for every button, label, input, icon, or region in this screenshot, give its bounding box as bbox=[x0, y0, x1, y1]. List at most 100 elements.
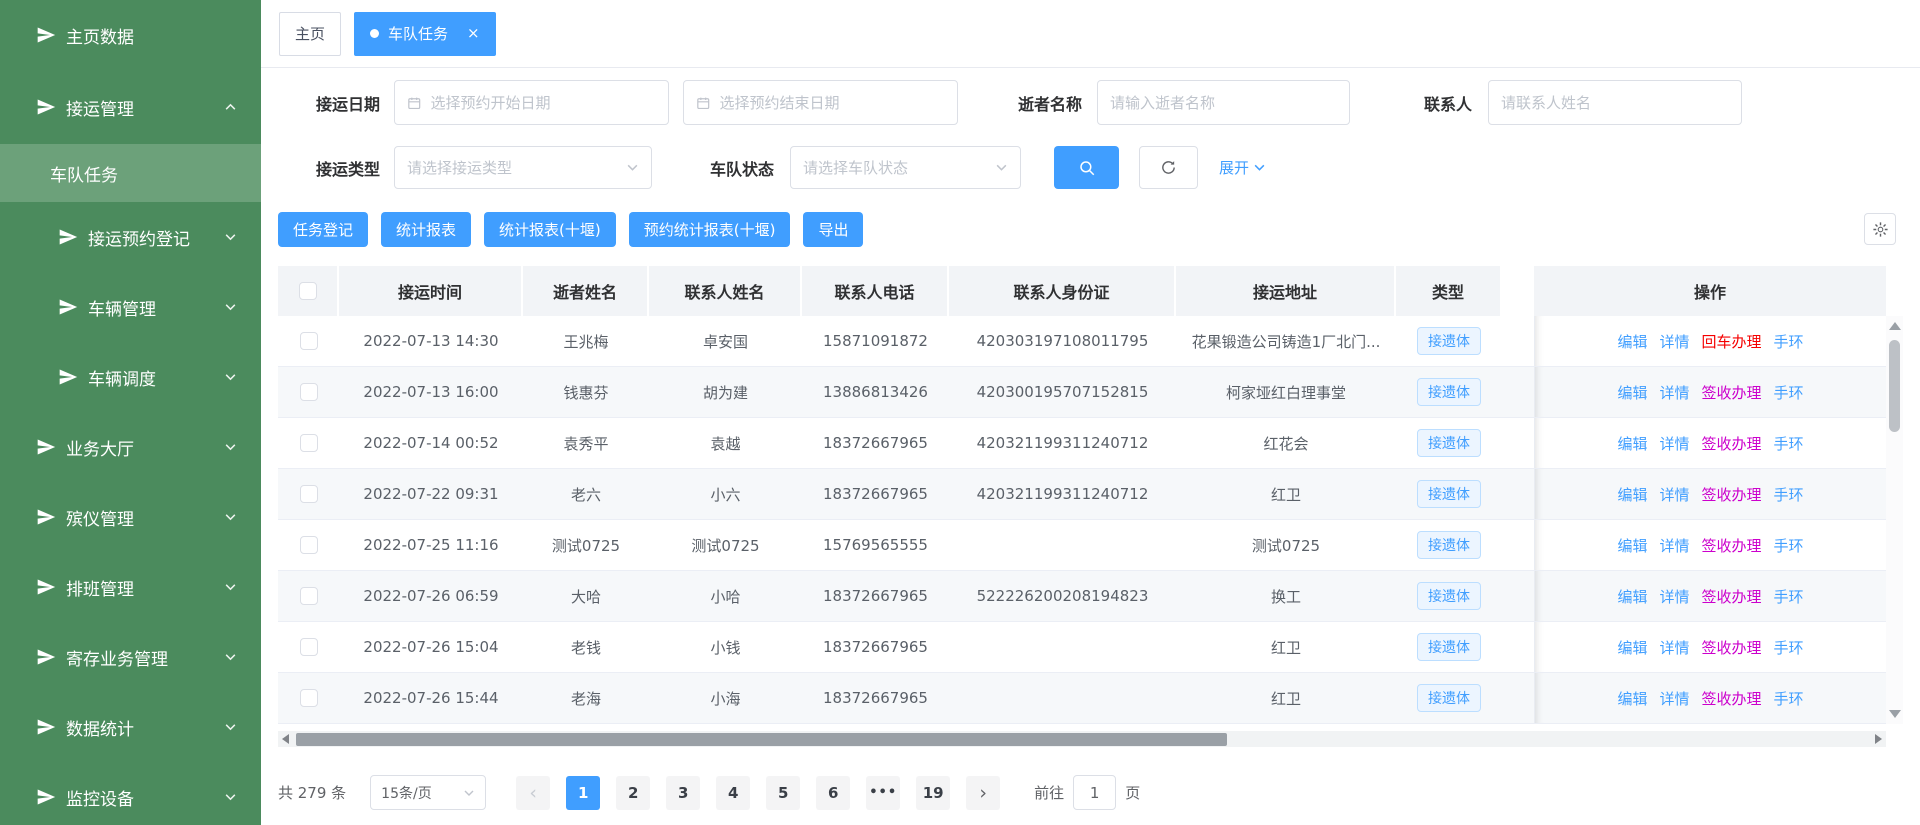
expand-toggle[interactable]: 展开 bbox=[1219, 157, 1266, 178]
wristband-link[interactable]: 手环 bbox=[1774, 688, 1804, 709]
detail-link[interactable]: 详情 bbox=[1659, 382, 1689, 403]
scroll-up-arrow-icon[interactable] bbox=[1889, 322, 1901, 330]
sign-link[interactable]: 签收办理 bbox=[1702, 688, 1762, 709]
detail-link[interactable]: 详情 bbox=[1659, 535, 1689, 556]
page-button-6[interactable]: 6 bbox=[816, 776, 850, 810]
sign-link[interactable]: 签收办理 bbox=[1702, 382, 1762, 403]
edit-link[interactable]: 编辑 bbox=[1617, 331, 1647, 352]
wristband-link[interactable]: 手环 bbox=[1774, 484, 1804, 505]
horizontal-scrollbar-thumb[interactable] bbox=[296, 733, 1227, 746]
sidebar-item-shift-mgmt[interactable]: 排班管理 bbox=[0, 552, 261, 622]
sidebar-item-storage-mgmt[interactable]: 寄存业务管理 bbox=[0, 622, 261, 692]
row-checkbox[interactable] bbox=[300, 383, 318, 401]
wristband-link[interactable]: 手环 bbox=[1774, 382, 1804, 403]
paper-plane-icon bbox=[36, 577, 56, 597]
transport-type-select[interactable]: 请选择接运类型 bbox=[394, 146, 652, 189]
tab-home[interactable]: 主页 bbox=[279, 12, 341, 56]
page-button-3[interactable]: 3 bbox=[666, 776, 700, 810]
sign-link[interactable]: 签收办理 bbox=[1702, 484, 1762, 505]
sidebar-item-data-stats[interactable]: 数据统计 bbox=[0, 692, 261, 762]
start-date-input[interactable] bbox=[394, 80, 669, 125]
sidebar-item-booking-register[interactable]: 接运预约登记 bbox=[0, 202, 261, 272]
sign-link[interactable]: 签收办理 bbox=[1702, 535, 1762, 556]
page-button-2[interactable]: 2 bbox=[616, 776, 650, 810]
edit-link[interactable]: 编辑 bbox=[1617, 484, 1647, 505]
end-date-input[interactable] bbox=[683, 80, 958, 125]
detail-link[interactable]: 详情 bbox=[1659, 688, 1689, 709]
column-settings-button[interactable] bbox=[1864, 213, 1896, 245]
sidebar-item-home-data[interactable]: 主页数据 bbox=[0, 0, 261, 70]
contact-field[interactable] bbox=[1501, 94, 1729, 112]
contact-input[interactable] bbox=[1488, 80, 1742, 125]
next-page-button[interactable]: › bbox=[966, 776, 1000, 810]
cell-time: 2022-07-13 14:30 bbox=[339, 316, 523, 366]
end-date-field[interactable] bbox=[720, 94, 946, 112]
refresh-button[interactable] bbox=[1139, 146, 1198, 189]
export-button[interactable]: 导出 bbox=[803, 212, 863, 247]
start-date-field[interactable] bbox=[431, 94, 657, 112]
page-button-5[interactable]: 5 bbox=[766, 776, 800, 810]
edit-link[interactable]: 编辑 bbox=[1617, 535, 1647, 556]
deceased-name-field[interactable] bbox=[1110, 94, 1337, 112]
wristband-link[interactable]: 手环 bbox=[1774, 535, 1804, 556]
task-register-button[interactable]: 任务登记 bbox=[278, 212, 368, 247]
row-checkbox[interactable] bbox=[300, 536, 318, 554]
sidebar-item-fleet-task-active[interactable]: 车队任务 bbox=[0, 144, 261, 202]
edit-link[interactable]: 编辑 bbox=[1617, 382, 1647, 403]
cell-address: 柯家垭红白理事堂 bbox=[1176, 367, 1396, 417]
scroll-down-arrow-icon[interactable] bbox=[1889, 710, 1901, 718]
select-all-checkbox[interactable] bbox=[299, 282, 317, 300]
more-pages-button[interactable]: ••• bbox=[866, 776, 900, 810]
sign-link[interactable]: 签收办理 bbox=[1702, 433, 1762, 454]
search-button[interactable] bbox=[1054, 146, 1119, 189]
page-button-4[interactable]: 4 bbox=[716, 776, 750, 810]
sidebar-item-monitor-devices[interactable]: 监控设备 bbox=[0, 762, 261, 825]
sidebar-item-transport-mgmt[interactable]: 接运管理 bbox=[0, 70, 261, 144]
table-row: 2022-07-26 15:44 老海 小海 18372667965 红卫 接遗… bbox=[278, 673, 1903, 724]
edit-link[interactable]: 编辑 bbox=[1617, 433, 1647, 454]
booking-report-shiyan-button[interactable]: 预约统计报表(十堰) bbox=[629, 212, 791, 247]
page-size-select[interactable]: 15条/页 bbox=[370, 775, 486, 810]
fleet-status-select[interactable]: 请选择车队状态 bbox=[790, 146, 1021, 189]
scroll-right-arrow-icon[interactable] bbox=[1875, 734, 1882, 744]
row-checkbox[interactable] bbox=[300, 485, 318, 503]
report-button[interactable]: 统计报表 bbox=[381, 212, 471, 247]
edit-link[interactable]: 编辑 bbox=[1617, 688, 1647, 709]
tab-fleet-task[interactable]: 车队任务 × bbox=[354, 12, 496, 56]
report-shiyan-button[interactable]: 统计报表(十堰) bbox=[484, 212, 616, 247]
close-icon[interactable]: × bbox=[467, 26, 480, 41]
row-checkbox[interactable] bbox=[300, 638, 318, 656]
row-checkbox[interactable] bbox=[300, 434, 318, 452]
vertical-scrollbar[interactable] bbox=[1886, 316, 1903, 724]
sidebar-item-vehicle-mgmt[interactable]: 车辆管理 bbox=[0, 272, 261, 342]
sign-link[interactable]: 签收办理 bbox=[1702, 637, 1762, 658]
row-checkbox[interactable] bbox=[300, 587, 318, 605]
scroll-left-arrow-icon[interactable] bbox=[282, 734, 289, 744]
wristband-link[interactable]: 手环 bbox=[1774, 637, 1804, 658]
edit-link[interactable]: 编辑 bbox=[1617, 637, 1647, 658]
vertical-scrollbar-thumb[interactable] bbox=[1889, 340, 1900, 432]
transport-type-label: 接运类型 bbox=[316, 156, 380, 180]
sign-link[interactable]: 签收办理 bbox=[1702, 586, 1762, 607]
page-button-19[interactable]: 19 bbox=[916, 776, 950, 810]
detail-link[interactable]: 详情 bbox=[1659, 484, 1689, 505]
prev-page-button[interactable]: ‹ bbox=[516, 776, 550, 810]
goto-page-input[interactable] bbox=[1073, 775, 1116, 810]
edit-link[interactable]: 编辑 bbox=[1617, 586, 1647, 607]
detail-link[interactable]: 详情 bbox=[1659, 637, 1689, 658]
horizontal-scrollbar[interactable] bbox=[278, 731, 1886, 747]
sidebar-item-business-hall[interactable]: 业务大厅 bbox=[0, 412, 261, 482]
detail-link[interactable]: 详情 bbox=[1659, 586, 1689, 607]
sidebar-item-vehicle-dispatch[interactable]: 车辆调度 bbox=[0, 342, 261, 412]
sidebar-item-funeral-mgmt[interactable]: 殡仪管理 bbox=[0, 482, 261, 552]
detail-link[interactable]: 详情 bbox=[1659, 331, 1689, 352]
detail-link[interactable]: 详情 bbox=[1659, 433, 1689, 454]
wristband-link[interactable]: 手环 bbox=[1774, 433, 1804, 454]
wristband-link[interactable]: 手环 bbox=[1774, 586, 1804, 607]
row-checkbox[interactable] bbox=[300, 689, 318, 707]
row-checkbox[interactable] bbox=[300, 332, 318, 350]
wristband-link[interactable]: 手环 bbox=[1774, 331, 1804, 352]
return-car-link[interactable]: 回车办理 bbox=[1702, 331, 1762, 352]
deceased-name-input[interactable] bbox=[1097, 80, 1350, 125]
page-button-1[interactable]: 1 bbox=[566, 776, 600, 810]
